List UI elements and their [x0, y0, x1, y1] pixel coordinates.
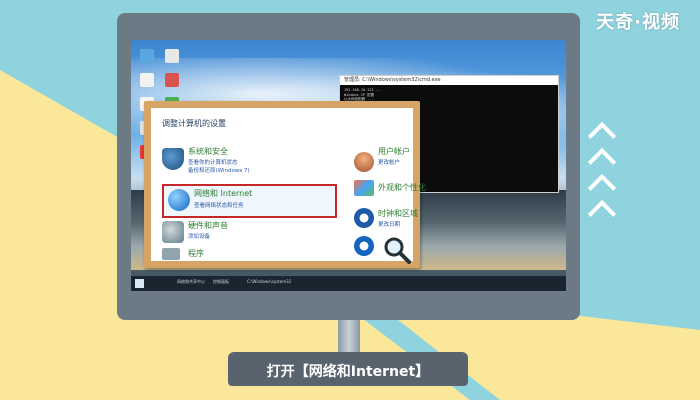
- category-hardware-sound[interactable]: 硬件和声音: [188, 220, 228, 231]
- category-system-security[interactable]: 系统和安全: [188, 146, 228, 157]
- watermark-logo: 天奇·视频: [596, 12, 680, 33]
- desktop-icon[interactable]: [165, 49, 180, 63]
- category-programs[interactable]: 程序: [188, 248, 204, 259]
- taskbar-item[interactable]: C:\Windows\system32: [247, 279, 291, 284]
- instruction-caption: 打开【网络和Internet】: [266, 364, 430, 380]
- chevron-up-icon: [587, 173, 617, 203]
- category-user-accounts[interactable]: 用户帐户: [378, 146, 410, 157]
- page-title: 调整计算机的设置: [162, 119, 226, 128]
- desktop-icon[interactable]: [140, 73, 154, 87]
- link-change-account[interactable]: 更改帐户: [378, 158, 400, 166]
- scroll-up-arrows: [585, 120, 619, 230]
- chevron-up-icon: [587, 121, 617, 151]
- cmd-title-bar[interactable]: 管理员: C:\Windows\system32\cmd.exe: [340, 76, 558, 85]
- clock-globe-icon: [354, 208, 374, 228]
- link-backup-restore[interactable]: 备份和还原(Windows 7): [188, 166, 250, 174]
- users-icon: [354, 152, 374, 172]
- taskbar-item[interactable]: 控制面板: [213, 279, 229, 285]
- appearance-icon: [354, 180, 374, 196]
- link-network-status[interactable]: 查看网络状态和任务: [194, 201, 244, 209]
- category-appearance[interactable]: 外观和个性化: [378, 182, 426, 193]
- link-view-status[interactable]: 查看你的计算机状态: [188, 158, 238, 166]
- chevron-up-icon: [587, 147, 617, 177]
- desktop-icon[interactable]: [140, 49, 154, 63]
- ease-of-access-icon: [354, 236, 374, 256]
- network-globe-icon: [168, 189, 190, 211]
- desktop-icon[interactable]: [165, 73, 180, 87]
- taskbar: 网络和共享中心 控制面板 C:\Windows\system32: [131, 276, 566, 291]
- start-button[interactable]: [135, 279, 144, 288]
- taskbar-item[interactable]: 网络和共享中心: [177, 279, 205, 285]
- control-panel-card: 调整计算机的设置 系统和安全 查看你的计算机状态 备份和还原(Windows 7…: [144, 101, 426, 268]
- programs-icon: [162, 248, 180, 260]
- shield-icon: [162, 148, 184, 170]
- link-change-date[interactable]: 更改日期: [378, 220, 400, 228]
- control-panel-window: 调整计算机的设置 系统和安全 查看你的计算机状态 备份和还原(Windows 7…: [151, 108, 426, 264]
- printer-icon: [162, 221, 184, 243]
- magnifier-icon: [384, 237, 411, 264]
- chevron-up-icon: [587, 199, 617, 229]
- category-clock-region[interactable]: 时钟和区域: [378, 208, 418, 219]
- link-add-device[interactable]: 添加设备: [188, 232, 210, 240]
- category-network-internet[interactable]: 网络和 Internet: [194, 188, 252, 199]
